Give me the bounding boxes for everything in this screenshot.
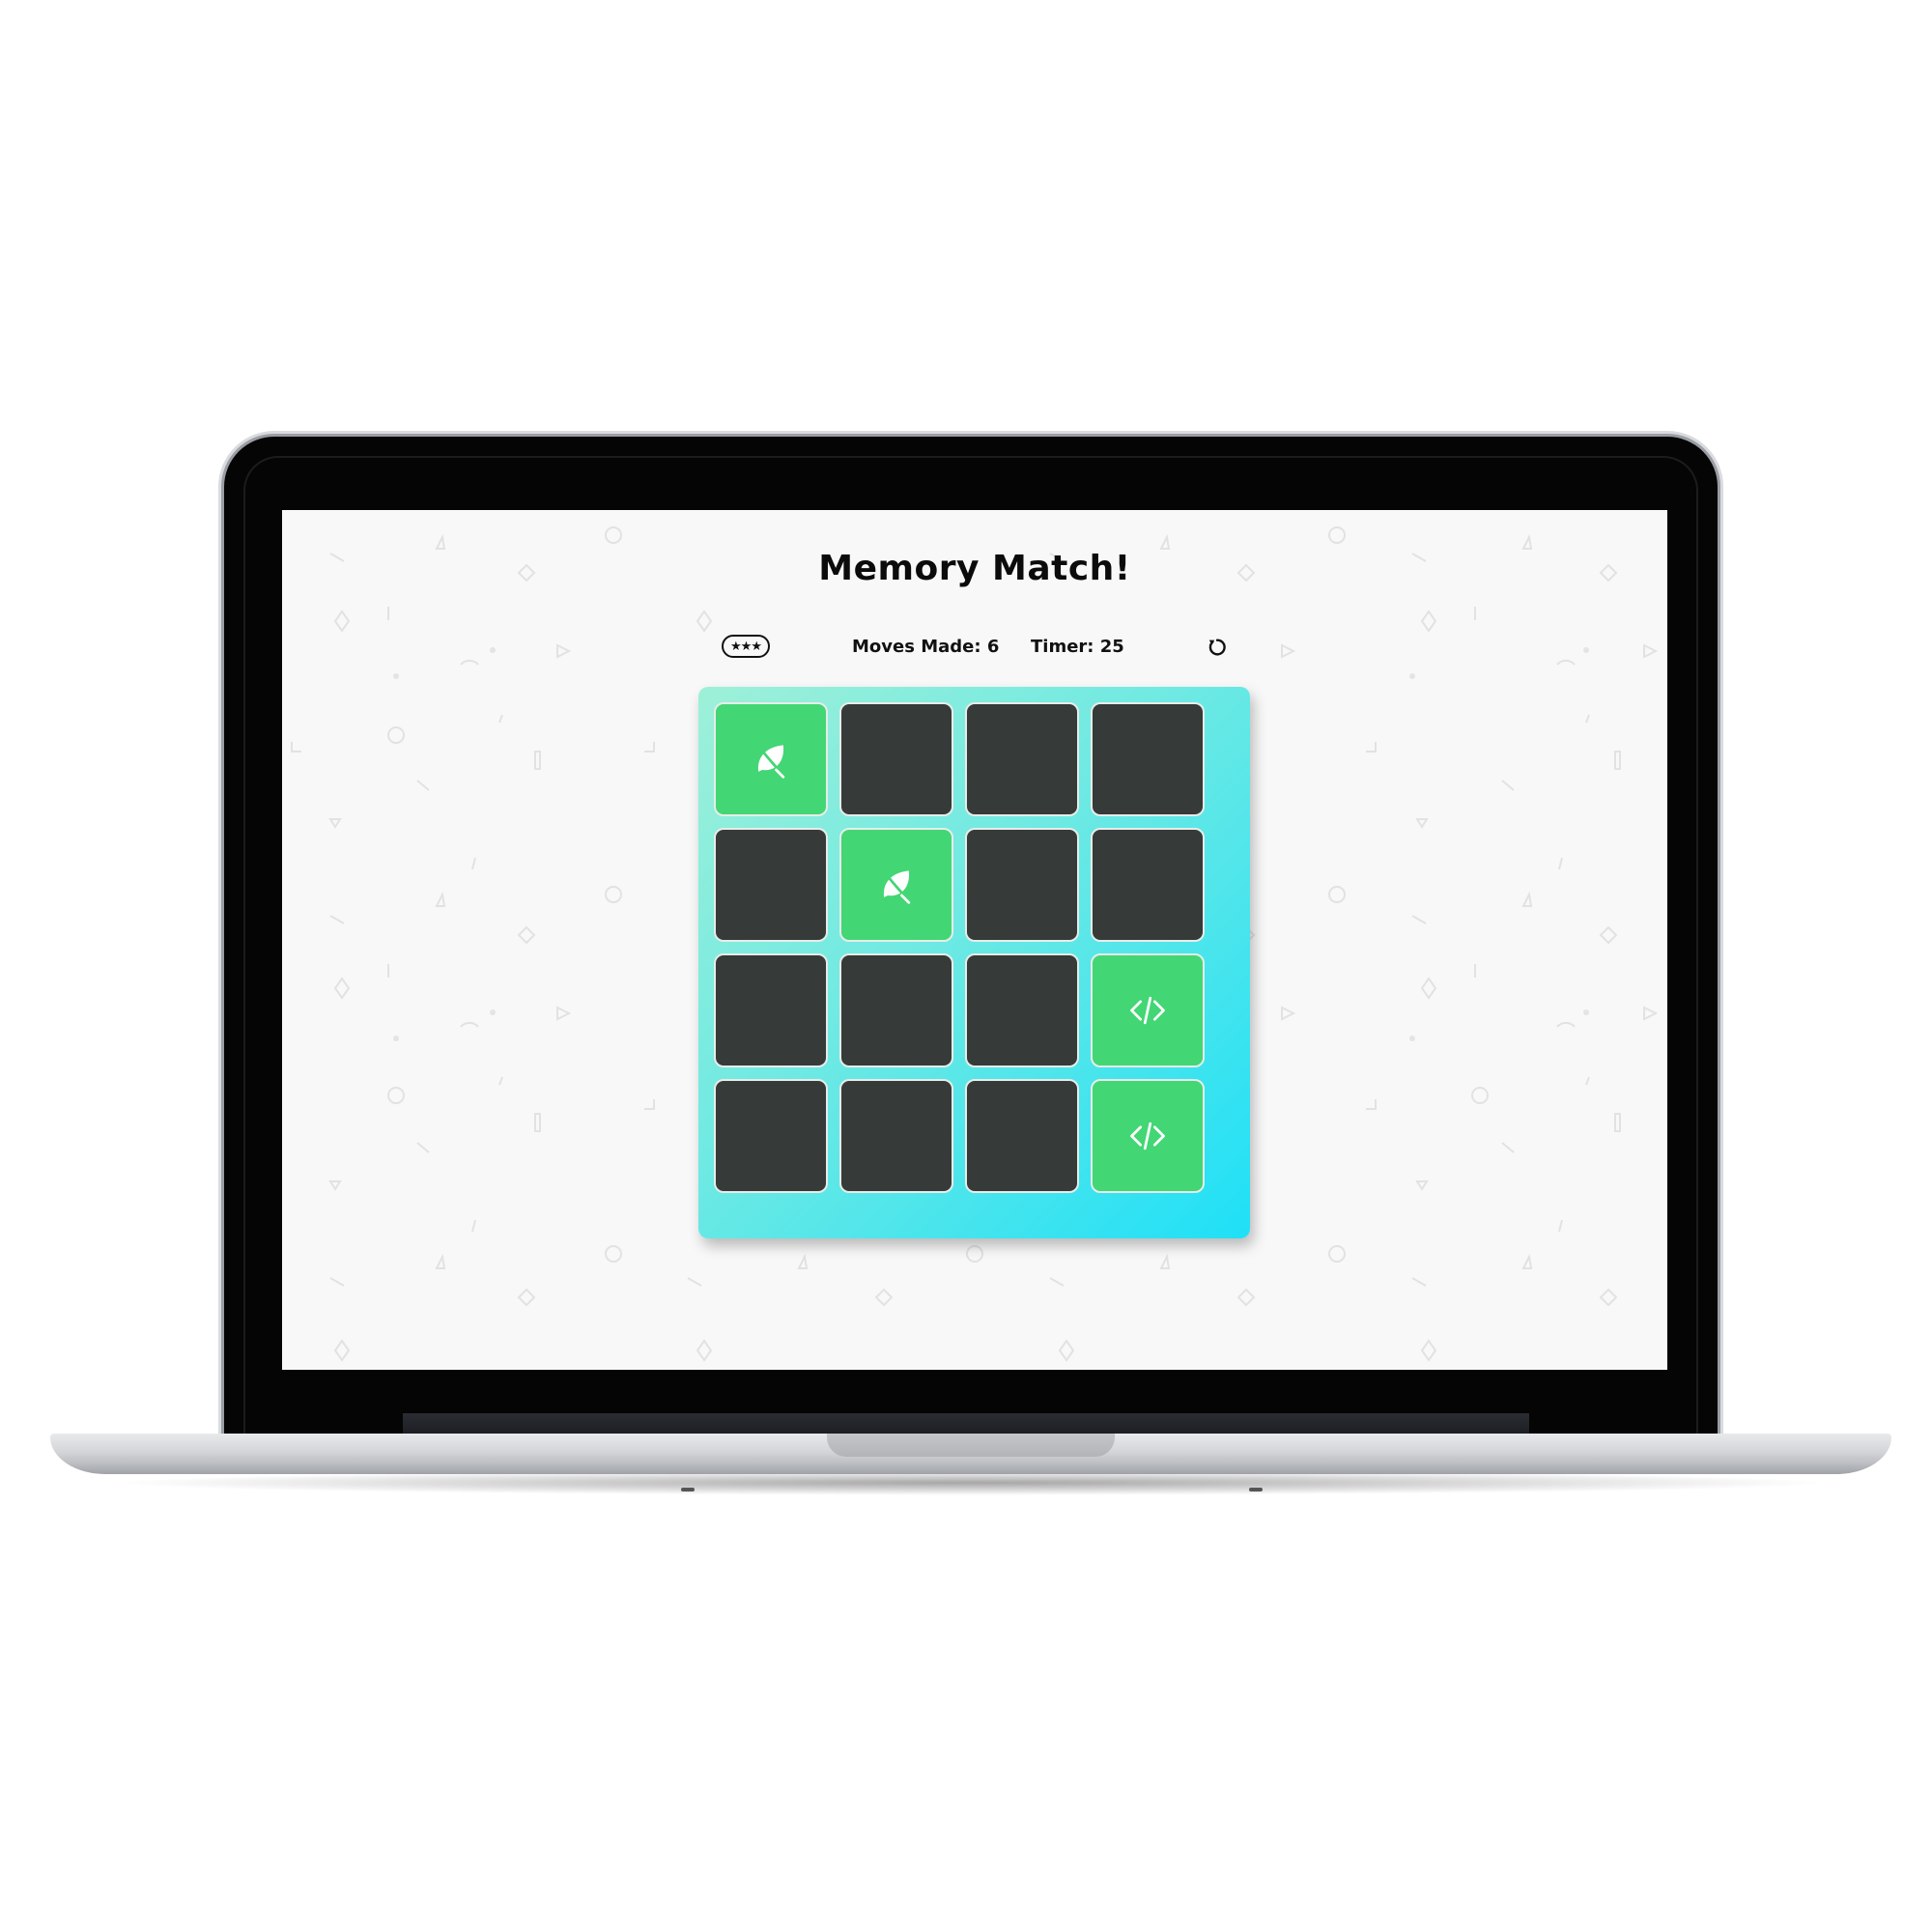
- leaf-icon: [750, 738, 792, 781]
- card-r2-c1[interactable]: [714, 828, 828, 942]
- card-r4-c4[interactable]: [1091, 1079, 1205, 1193]
- score-panel: ★★★ Moves Made: 6 Timer: 25: [722, 631, 1234, 664]
- card-r3-c4[interactable]: [1091, 953, 1205, 1067]
- code-icon: [1126, 1115, 1169, 1157]
- card-r1-c2[interactable]: [839, 702, 953, 816]
- moves-counter: Moves Made: 6: [852, 637, 1000, 657]
- card-r1-c3[interactable]: [965, 702, 1079, 816]
- game-screen: Memory Match! ★★★ Moves Made: 6 Timer: 2…: [282, 510, 1667, 1370]
- card-r4-c1[interactable]: [714, 1079, 828, 1193]
- code-icon: [1126, 989, 1169, 1032]
- card-r4-c3[interactable]: [965, 1079, 1079, 1193]
- card-r1-c4[interactable]: [1091, 702, 1205, 816]
- laptop-foot: [681, 1488, 695, 1492]
- leaf-icon: [875, 864, 918, 906]
- card-r4-c2[interactable]: [839, 1079, 953, 1193]
- restart-icon[interactable]: [1207, 637, 1228, 658]
- card-r2-c4[interactable]: [1091, 828, 1205, 942]
- card-r3-c2[interactable]: [839, 953, 953, 1067]
- game-title: Memory Match!: [818, 549, 1131, 588]
- card-r3-c3[interactable]: [965, 953, 1079, 1067]
- timer-display: Timer: 25: [1031, 637, 1124, 657]
- laptop-foot: [1249, 1488, 1263, 1492]
- card-deck: [698, 687, 1250, 1238]
- card-r2-c3[interactable]: [965, 828, 1079, 942]
- card-r3-c1[interactable]: [714, 953, 828, 1067]
- card-r1-c1[interactable]: [714, 702, 828, 816]
- star-rating: ★★★: [722, 635, 770, 658]
- laptop-thumb-notch: [827, 1434, 1115, 1457]
- card-r2-c2[interactable]: [839, 828, 953, 942]
